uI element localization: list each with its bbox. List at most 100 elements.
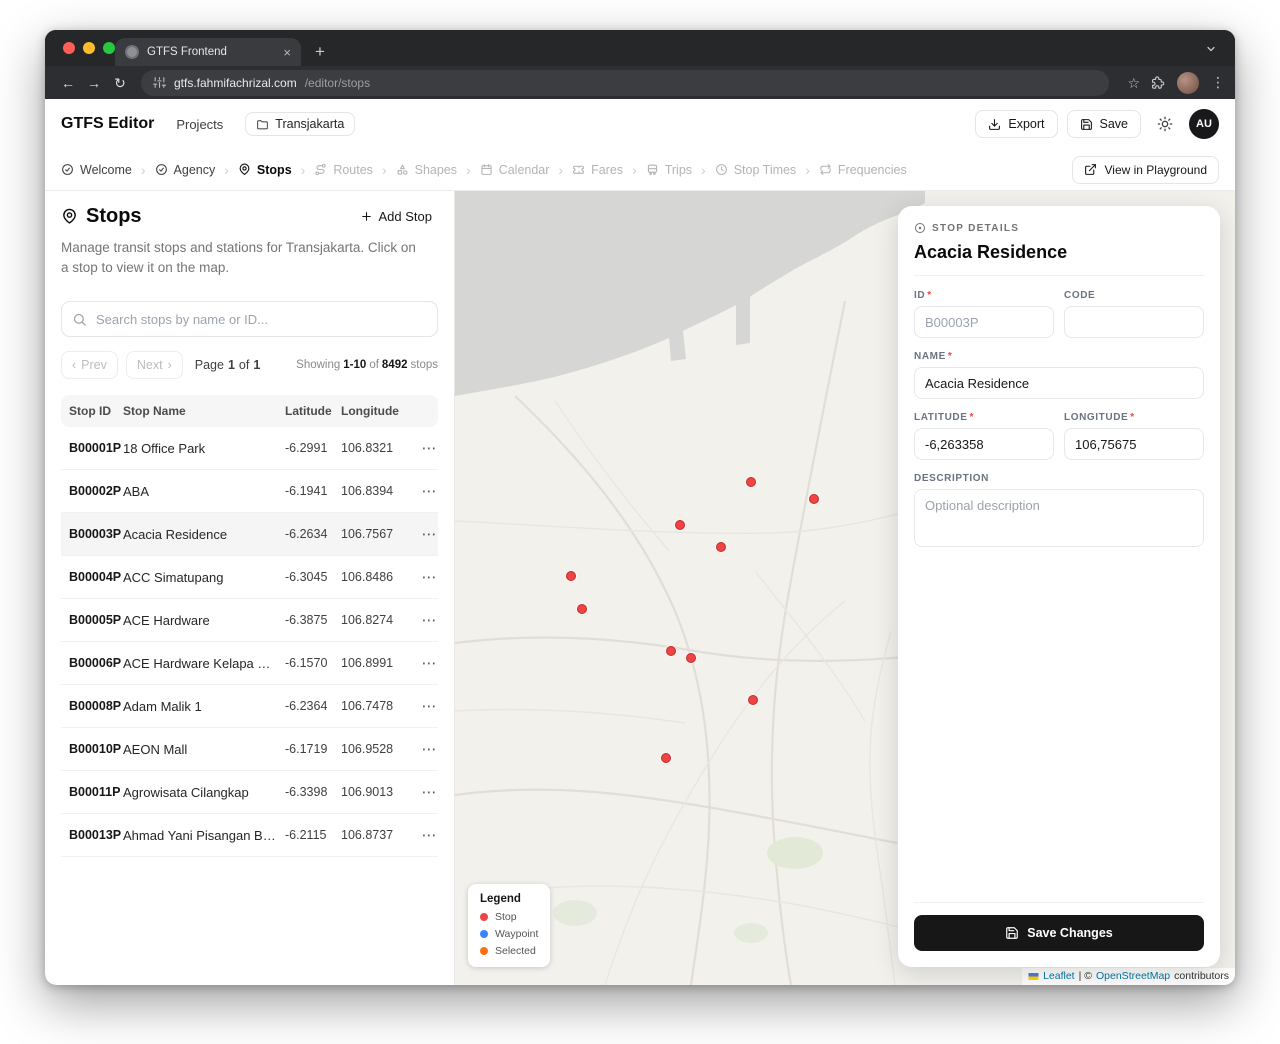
- breadcrumb-step-welcome[interactable]: Welcome: [61, 163, 132, 177]
- stops-panel-title-text: Stops: [86, 205, 142, 228]
- browser-profile-avatar[interactable]: [1177, 72, 1199, 94]
- save-changes-button[interactable]: Save Changes: [914, 915, 1204, 951]
- row-actions-button[interactable]: ⋯: [421, 783, 438, 801]
- breadcrumb-step-calendar[interactable]: Calendar: [480, 163, 550, 177]
- stop-row-B00013P[interactable]: B00013PAhmad Yani Pisangan Baru-6.211510…: [61, 814, 438, 857]
- map-area[interactable]: Legend StopWaypointSelected Leaflet | © …: [455, 191, 1235, 985]
- stop-latitude: -6.1570: [285, 656, 341, 670]
- chevron-right-icon: ›: [701, 162, 706, 178]
- breadcrumb-step-stops[interactable]: Stops: [238, 163, 292, 177]
- stop-marker[interactable]: [748, 695, 758, 705]
- browser-window: GTFS Frontend × + ← → ↻ gtfs.fahmifachri…: [45, 30, 1235, 985]
- project-badge[interactable]: Transjakarta: [245, 112, 355, 136]
- stop-row-B00003P[interactable]: B00003PAcacia Residence-6.2634106.7567⋯: [61, 513, 438, 556]
- stop-row-B00004P[interactable]: B00004PACC Simatupang-6.3045106.8486⋯: [61, 556, 438, 599]
- view-in-playground-button[interactable]: View in Playground: [1072, 156, 1219, 184]
- stop-marker[interactable]: [746, 477, 756, 487]
- close-window-button[interactable]: [63, 42, 75, 54]
- openstreetmap-link[interactable]: OpenStreetMap: [1096, 970, 1170, 982]
- breadcrumb-step-fares[interactable]: Fares: [572, 163, 623, 177]
- breadcrumb-step-shapes[interactable]: Shapes: [396, 163, 457, 177]
- stop-marker[interactable]: [577, 604, 587, 614]
- longitude-field[interactable]: [1064, 428, 1204, 460]
- browser-menu-icon[interactable]: ⋮: [1211, 74, 1225, 91]
- code-field[interactable]: [1064, 306, 1204, 338]
- row-actions-button[interactable]: ⋯: [421, 740, 438, 758]
- description-field[interactable]: [914, 489, 1204, 547]
- back-button[interactable]: ←: [55, 76, 81, 90]
- row-actions-button[interactable]: ⋯: [421, 439, 438, 457]
- address-bar[interactable]: gtfs.fahmifachrizal.com/editor/stops: [141, 70, 1109, 96]
- breadcrumb-step-stop-times[interactable]: Stop Times: [715, 163, 797, 177]
- breadcrumb-step-frequencies[interactable]: Frequencies: [819, 163, 907, 177]
- save-changes-label: Save Changes: [1027, 926, 1112, 940]
- stop-marker[interactable]: [809, 494, 819, 504]
- export-button[interactable]: Export: [975, 110, 1057, 138]
- reload-button[interactable]: ↻: [107, 76, 133, 90]
- new-tab-button[interactable]: +: [315, 43, 325, 60]
- stop-longitude: 106.8991: [341, 656, 421, 670]
- stop-name: Adam Malik 1: [123, 699, 285, 714]
- legend-item: Waypoint: [480, 928, 538, 940]
- save-button[interactable]: Save: [1067, 110, 1142, 138]
- pagination: ‹ Prev Next › Page 1 of 1 Showing: [61, 351, 438, 379]
- latitude-field[interactable]: [914, 428, 1054, 460]
- stop-row-B00010P[interactable]: B00010PAEON Mall-6.1719106.9528⋯: [61, 728, 438, 771]
- stop-marker[interactable]: [716, 542, 726, 552]
- leaflet-link[interactable]: Leaflet: [1043, 970, 1075, 982]
- browser-tab[interactable]: GTFS Frontend ×: [115, 38, 301, 66]
- stop-name: Ahmad Yani Pisangan Baru: [123, 828, 285, 843]
- stop-row-B00005P[interactable]: B00005PACE Hardware-6.3875106.8274⋯: [61, 599, 438, 642]
- row-actions-button[interactable]: ⋯: [421, 482, 438, 500]
- breadcrumb-step-trips[interactable]: Trips: [646, 163, 692, 177]
- row-actions-button[interactable]: ⋯: [421, 525, 438, 543]
- attribution-separator: | ©: [1079, 970, 1092, 982]
- longitude-field-label: Longitude*: [1064, 412, 1204, 423]
- row-actions-button[interactable]: ⋯: [421, 568, 438, 586]
- map-attribution: Leaflet | © OpenStreetMap contributors: [1022, 968, 1235, 985]
- fullscreen-window-button[interactable]: [103, 42, 115, 54]
- chevron-right-icon: ›: [224, 162, 229, 178]
- stop-row-B00008P[interactable]: B00008PAdam Malik 1-6.2364106.7478⋯: [61, 685, 438, 728]
- check-circle-icon: [61, 163, 74, 176]
- row-actions-button[interactable]: ⋯: [421, 826, 438, 844]
- row-actions-button[interactable]: ⋯: [421, 654, 438, 672]
- stop-row-B00002P[interactable]: B00002PABA-6.1941106.8394⋯: [61, 470, 438, 513]
- nav-projects-link[interactable]: Projects: [176, 117, 223, 132]
- extensions-puzzle-icon[interactable]: [1150, 75, 1165, 90]
- tab-strip: GTFS Frontend × +: [45, 30, 1235, 66]
- chevron-right-icon: ›: [632, 162, 637, 178]
- breadcrumb-step-routes[interactable]: Routes: [314, 163, 373, 177]
- stop-row-B00011P[interactable]: B00011PAgrowisata Cilangkap-6.3398106.90…: [61, 771, 438, 814]
- search-input[interactable]: [61, 301, 438, 337]
- theme-toggle-button[interactable]: [1150, 109, 1180, 139]
- stop-marker[interactable]: [675, 520, 685, 530]
- bookmark-star-icon[interactable]: ☆: [1127, 76, 1140, 90]
- name-field[interactable]: [914, 367, 1204, 399]
- view-in-playground-label: View in Playground: [1104, 163, 1207, 177]
- row-actions-button[interactable]: ⋯: [421, 697, 438, 715]
- chevron-right-icon: ›: [168, 358, 172, 372]
- stop-row-B00006P[interactable]: B00006PACE Hardware Kelapa Ga...-6.15701…: [61, 642, 438, 685]
- stop-latitude: -6.2364: [285, 699, 341, 713]
- stop-id: B00008P: [61, 699, 123, 713]
- tab-close-icon[interactable]: ×: [283, 45, 291, 60]
- minimize-window-button[interactable]: [83, 42, 95, 54]
- tab-search-button[interactable]: [1201, 39, 1221, 59]
- stop-longitude: 106.8737: [341, 828, 421, 842]
- search-icon: [72, 312, 87, 327]
- row-actions-button[interactable]: ⋯: [421, 611, 438, 629]
- next-page-button[interactable]: Next ›: [126, 351, 183, 379]
- site-settings-icon[interactable]: [153, 76, 166, 89]
- add-stop-button[interactable]: Add Stop: [354, 208, 439, 225]
- prev-page-button[interactable]: ‹ Prev: [61, 351, 118, 379]
- url-host: gtfs.fahmifachrizal.com: [174, 76, 297, 90]
- stop-row-B00001P[interactable]: B00001P18 Office Park-6.2991106.8321⋯: [61, 427, 438, 470]
- stop-name: ACE Hardware: [123, 613, 285, 628]
- id-field[interactable]: [914, 306, 1054, 338]
- breadcrumb-step-agency[interactable]: Agency: [155, 163, 216, 177]
- calendar-icon: [480, 163, 493, 176]
- stop-marker[interactable]: [666, 646, 676, 656]
- user-avatar[interactable]: AU: [1189, 109, 1219, 139]
- forward-button[interactable]: →: [81, 76, 107, 90]
